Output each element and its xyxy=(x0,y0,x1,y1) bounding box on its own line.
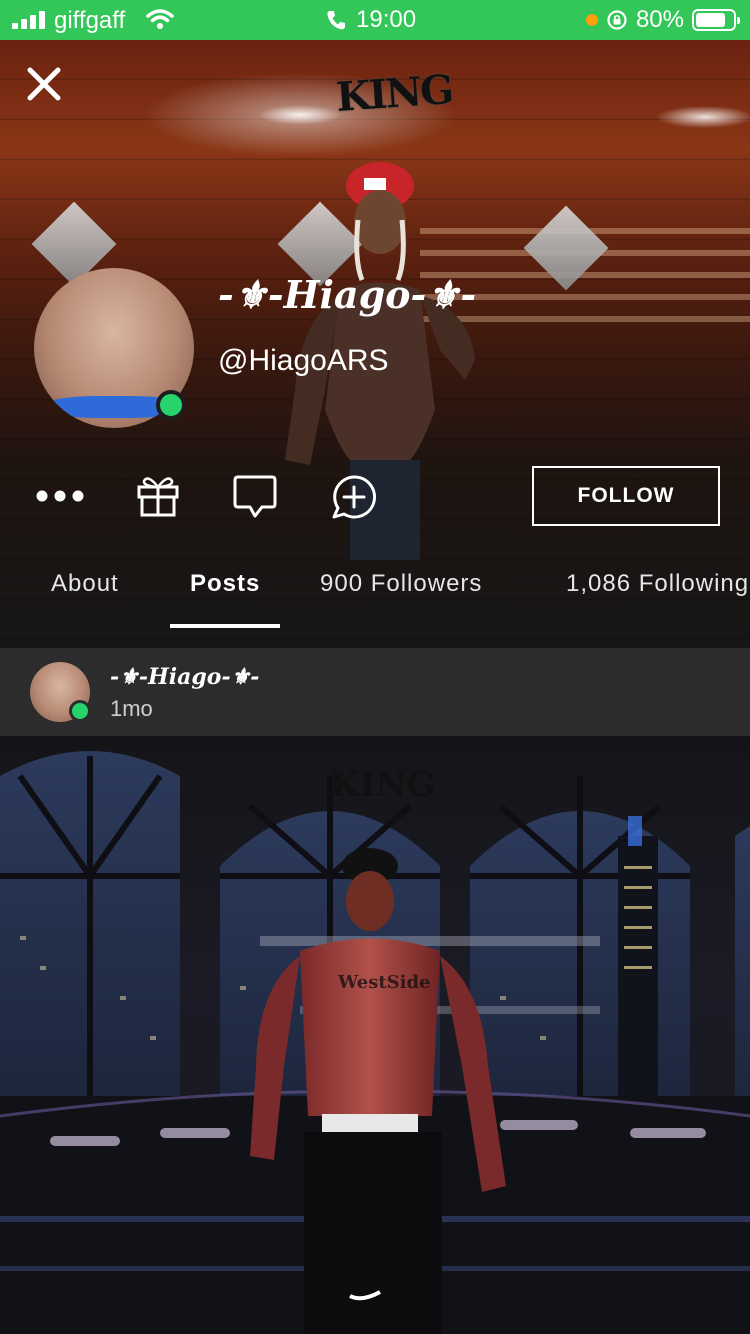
close-icon[interactable] xyxy=(26,66,62,102)
recording-indicator-icon xyxy=(585,14,598,26)
post-image-scene: KING WestSide xyxy=(0,751,750,1334)
message-icon[interactable] xyxy=(232,474,278,520)
post-timestamp: 1mo xyxy=(110,696,153,721)
post-online-status-icon xyxy=(69,700,91,722)
online-status-icon xyxy=(156,390,186,420)
time-label: 19:00 xyxy=(356,6,417,33)
battery-icon xyxy=(692,9,740,31)
rotation-lock-icon xyxy=(607,10,627,30)
signal-icon xyxy=(12,11,46,29)
status-time: 19:00 xyxy=(326,6,416,34)
post-image[interactable]: KING WestSide xyxy=(0,736,750,1334)
follow-button[interactable]: FOLLOW xyxy=(532,466,720,526)
active-tab-indicator xyxy=(170,624,280,628)
profile-display-name: -⚜-Hiago-⚜- xyxy=(218,272,477,317)
king-logo: KING xyxy=(334,66,454,121)
status-bar: giffgaff 19:00 80% xyxy=(0,0,750,40)
battery-percent: 80% xyxy=(635,6,684,33)
gift-icon[interactable] xyxy=(136,472,180,518)
svg-text:KING: KING xyxy=(330,765,436,805)
post-author-name[interactable]: -⚜-Hiago-⚜- xyxy=(110,664,259,690)
add-chat-icon[interactable] xyxy=(330,474,378,520)
post-header: -⚜-Hiago-⚜- 1mo xyxy=(0,648,750,736)
profile-tabs: About Posts 900 Followers 1,086 Followin… xyxy=(0,560,750,630)
status-right: 80% xyxy=(585,6,740,34)
tab-followers[interactable]: 900 Followers xyxy=(320,570,482,598)
tab-following[interactable]: 1,086 Following xyxy=(566,570,749,598)
tab-about[interactable]: About xyxy=(51,570,119,598)
phone-icon xyxy=(327,11,345,30)
tab-posts[interactable]: Posts xyxy=(190,570,260,598)
wifi-icon xyxy=(146,9,174,29)
carrier-name: giffgaff xyxy=(54,7,126,34)
more-icon[interactable] xyxy=(34,484,86,508)
svg-text:WestSide: WestSide xyxy=(337,972,431,993)
profile-handle: @HiagoARS xyxy=(218,344,389,377)
